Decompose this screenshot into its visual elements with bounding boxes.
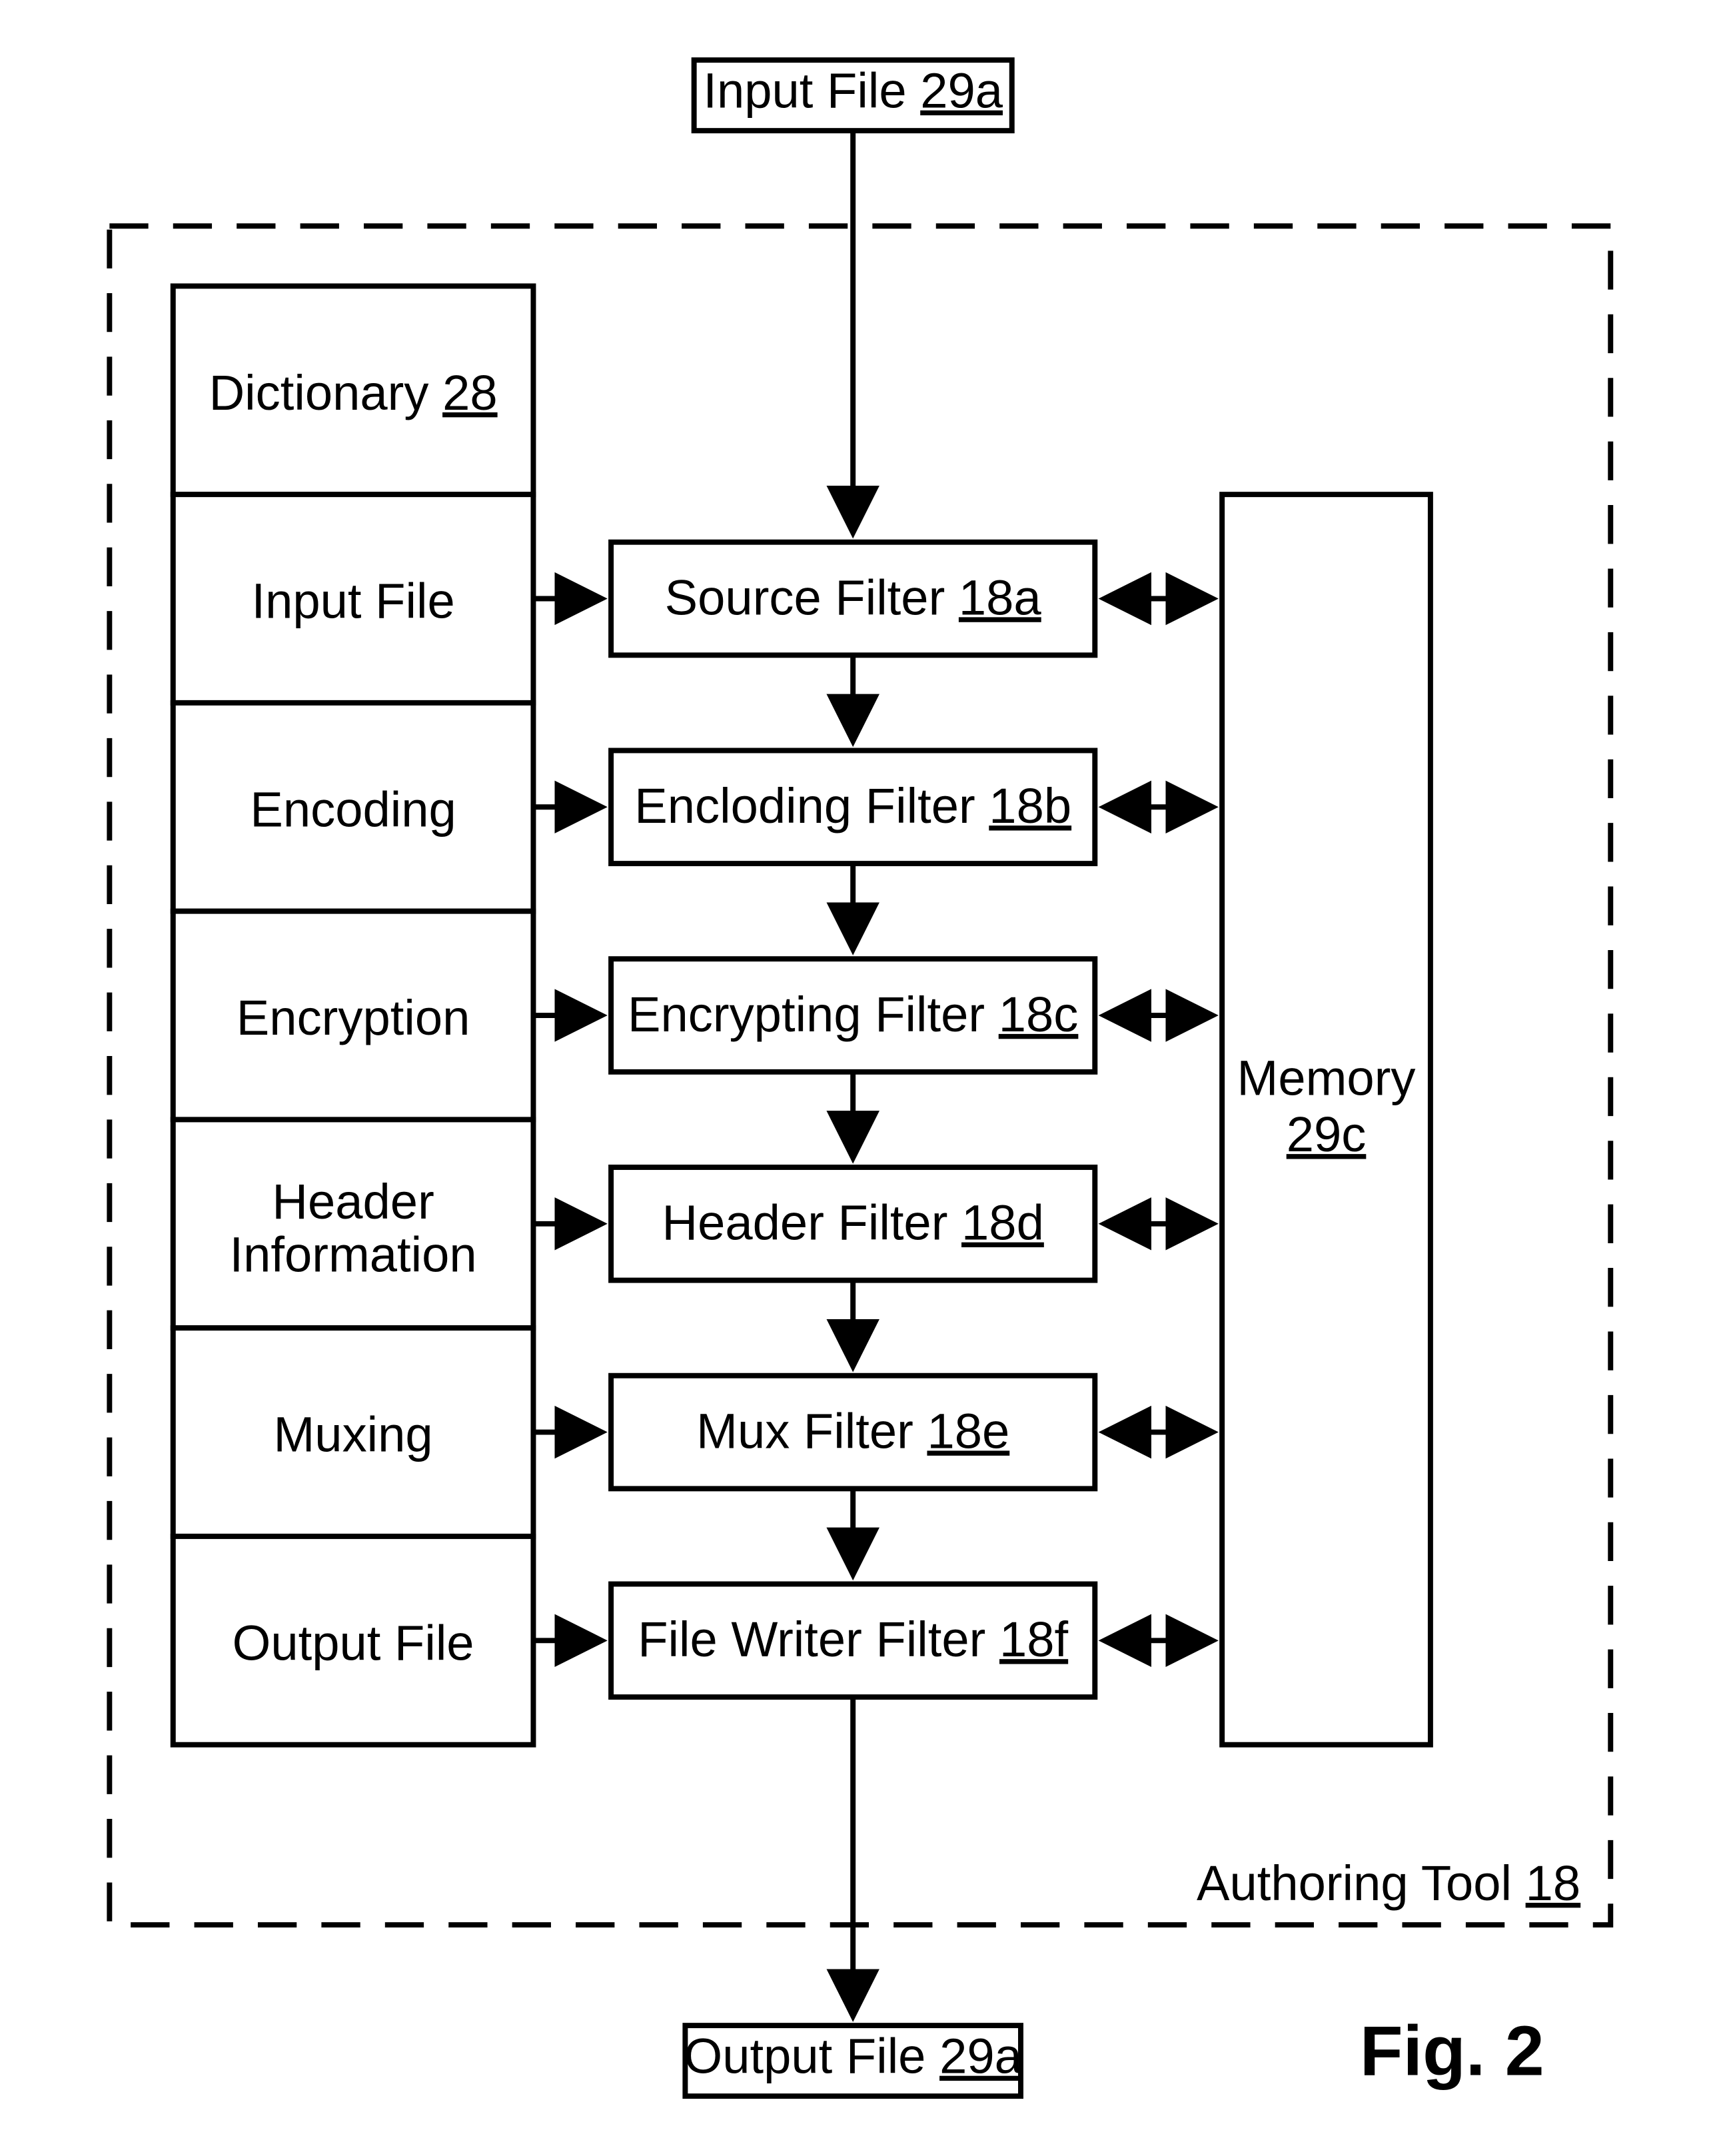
dict-row-1: Encoding [250,782,456,837]
dict-row-5: Output File [233,1615,474,1670]
filter-3-label: Header Filter 18d [662,1195,1044,1251]
figure-caption: Fig. 2 [1360,2011,1544,2090]
dictionary-stack: Dictionary 28 Input File Encoding Encryp… [173,286,534,1744]
memory-ref: 29c [1287,1107,1367,1162]
dict-row-4: Muxing [273,1407,432,1462]
memory-label: Memory [1237,1050,1416,1105]
dictionary-header: Dictionary 28 [209,365,498,420]
dict-row-3a: Header [272,1174,434,1229]
filter-4-label: Mux Filter 18e [696,1403,1009,1458]
authoring-tool-label: Authoring Tool 18 [1197,1856,1580,1911]
filter-0-label: Source Filter 18a [665,570,1042,625]
diagram: Input File 29a Authoring Tool 18 Diction… [0,0,1713,2156]
dict-row-0: Input File [251,574,454,629]
filter-2-label: Encrypting Filter 18c [628,987,1078,1042]
dict-row-3b: Information [230,1227,477,1282]
filter-5-label: File Writer Filter 18f [638,1612,1068,1667]
input-file-label: Input File 29a [703,63,1003,119]
dict-row-2: Encryption [237,990,470,1045]
output-file-label: Output File 29a [684,2029,1023,2084]
filter-1-label: Encloding Filter 18b [634,778,1071,833]
